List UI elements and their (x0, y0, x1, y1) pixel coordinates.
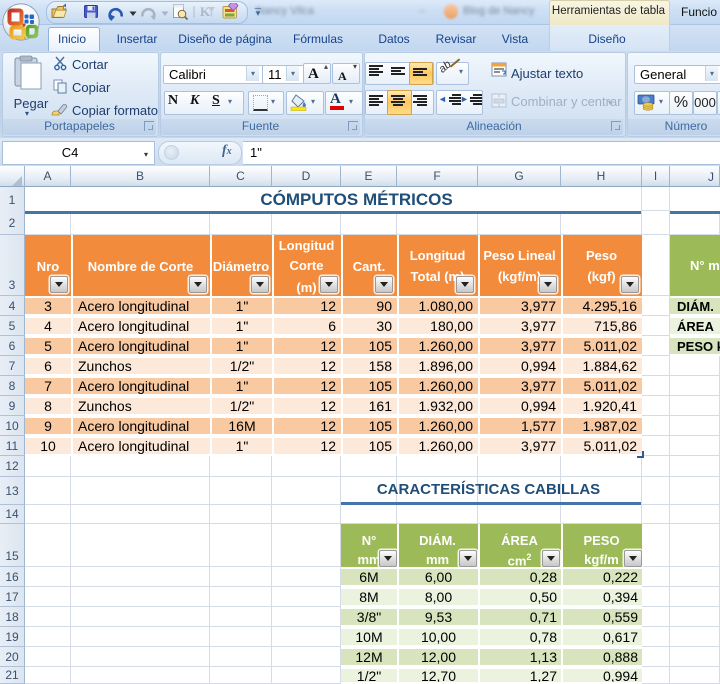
svg-text:K: K (200, 4, 211, 19)
